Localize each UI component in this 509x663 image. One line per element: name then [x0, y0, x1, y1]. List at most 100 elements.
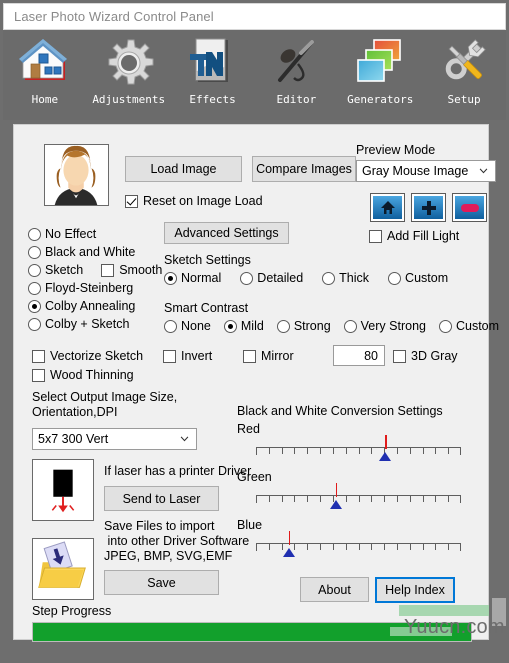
radio-label: Very Strong	[360, 319, 426, 333]
sketch-settings-radio-group: Normal Detailed Thick Custom	[164, 271, 448, 285]
slider-tick	[346, 544, 347, 550]
contrast-option-strong[interactable]: Strong	[276, 319, 331, 333]
contrast-option-none[interactable]: None	[164, 319, 211, 333]
preview-icon-button-group	[371, 194, 486, 221]
checkbox-indicator	[101, 263, 115, 277]
output-size-select[interactable]: 5x7 300 Vert	[32, 428, 197, 450]
effect-option-sketch[interactable]: Sketch	[28, 263, 83, 277]
blue-slider[interactable]	[256, 531, 461, 558]
3d-gray-checkbox[interactable]: 3D Gray	[393, 349, 458, 363]
green-slider[interactable]	[256, 483, 461, 510]
toolbar-label: Home	[31, 93, 59, 106]
slider-tick	[397, 544, 398, 550]
radio-indicator	[28, 317, 41, 331]
red-slider[interactable]	[256, 435, 461, 462]
toolbar-item-home[interactable]: Home	[3, 30, 87, 120]
zoom-in-button[interactable]	[412, 194, 445, 221]
checkbox-label: Add Fill Light	[387, 229, 460, 243]
home-icon	[380, 201, 395, 214]
slider-thumb[interactable]	[329, 500, 342, 509]
radio-indicator	[28, 245, 41, 259]
effect-option-black-and-white[interactable]: Black and White	[28, 243, 162, 261]
sketch-option-normal[interactable]: Normal	[164, 271, 221, 285]
output-size-value: 5x7 300 Vert	[38, 432, 109, 446]
contrast-option-very-strong[interactable]: Very Strong	[343, 319, 426, 333]
slider-tick	[359, 496, 360, 502]
effect-option-colby-annealing[interactable]: Colby Annealing	[28, 297, 162, 315]
effect-option-floyd-steinberg[interactable]: Floyd-Steinberg	[28, 279, 162, 297]
add-fill-light-checkbox[interactable]: Add Fill Light	[369, 229, 459, 243]
advanced-settings-button[interactable]: Advanced Settings	[164, 222, 289, 244]
portrait-avatar-icon	[45, 145, 108, 205]
wood-thinning-checkbox[interactable]: Wood Thinning	[32, 368, 134, 382]
effect-option-colby-plus-sketch[interactable]: Colby + Sketch	[28, 315, 162, 333]
vectorize-sketch-checkbox[interactable]: Vectorize Sketch	[32, 349, 143, 363]
sketch-option-detailed[interactable]: Detailed	[240, 271, 303, 285]
about-button[interactable]: About	[300, 577, 369, 602]
slider-tick	[269, 544, 270, 550]
slider-tick	[448, 448, 449, 454]
toolbar-item-generators[interactable]: Generators	[338, 30, 422, 120]
slider-tick	[269, 496, 270, 502]
slider-tick	[423, 496, 424, 502]
toolbar-item-setup[interactable]: Setup	[422, 30, 506, 120]
sketch-option-thick[interactable]: Thick	[322, 271, 369, 285]
radio-indicator	[28, 281, 41, 295]
slider-tick	[435, 448, 436, 454]
tools-icon	[445, 39, 486, 80]
compare-images-button[interactable]: Compare Images	[252, 156, 356, 182]
contrast-option-custom[interactable]: Custom	[438, 319, 500, 333]
zoom-out-button[interactable]	[453, 194, 486, 221]
slider-tick	[282, 448, 283, 454]
radio-label: Custom	[405, 271, 449, 285]
smooth-checkbox[interactable]: Smooth	[101, 263, 162, 277]
slider-tick	[294, 448, 295, 454]
app-window: Laser Photo Wizard Control Panel Home Ad…	[0, 0, 509, 663]
radio-label: Custom	[455, 319, 500, 333]
slider-thumb[interactable]	[282, 548, 295, 557]
toolbar-item-editor[interactable]: Editor	[254, 30, 338, 120]
preview-mode-select[interactable]: Gray Mouse Image	[356, 160, 496, 182]
title-bar: Laser Photo Wizard Control Panel	[3, 3, 506, 30]
help-index-button[interactable]: Help Index	[375, 577, 455, 603]
slider-tick	[410, 448, 411, 454]
radio-indicator	[322, 271, 336, 285]
send-to-laser-button[interactable]: Send to Laser	[104, 486, 219, 511]
slider-tick	[384, 496, 385, 502]
checkbox-indicator	[369, 229, 382, 243]
printer-driver-note: If laser has a printer Driver	[104, 464, 252, 478]
radio-indicator	[240, 271, 254, 285]
slider-needle	[385, 435, 387, 449]
toolbar-item-adjustments[interactable]: Adjustments	[87, 30, 171, 120]
effect-option-no-effect[interactable]: No Effect	[28, 225, 162, 243]
save-button[interactable]: Save	[104, 570, 219, 595]
sketch-settings-label: Sketch Settings	[164, 253, 251, 267]
mirror-checkbox[interactable]: Mirror	[243, 349, 294, 363]
laser-thumbnail[interactable]	[32, 459, 94, 521]
image-thumbnail[interactable]	[44, 144, 109, 206]
slider-needle	[335, 483, 338, 497]
slider-tick	[448, 496, 449, 502]
slider-tick	[320, 544, 321, 550]
checkbox-indicator	[32, 368, 45, 382]
sketch-option-custom[interactable]: Custom	[388, 271, 448, 285]
scrollbar-thumb[interactable]	[492, 598, 506, 626]
save-thumbnail[interactable]	[32, 538, 94, 600]
invert-checkbox[interactable]: Invert	[163, 349, 212, 363]
radio-label: Black and White	[45, 245, 136, 259]
home-preview-button[interactable]	[371, 194, 404, 221]
slider-tick	[294, 496, 295, 502]
radio-label: Sketch	[45, 263, 84, 277]
reset-on-image-load-checkbox[interactable]: Reset on Image Load	[125, 194, 263, 208]
checkbox-indicator	[32, 349, 45, 363]
house-icon	[18, 39, 67, 80]
threshold-input[interactable]: 80	[333, 345, 385, 366]
contrast-option-mild[interactable]: Mild	[223, 319, 264, 333]
load-image-button[interactable]: Load Image	[125, 156, 242, 182]
toolbar-item-effects[interactable]: Effects	[171, 30, 255, 120]
slider-thumb[interactable]	[379, 452, 392, 461]
slider-tick	[371, 544, 372, 550]
radio-indicator	[164, 319, 177, 333]
vertical-scrollbar[interactable]	[492, 120, 506, 640]
radio-indicator	[438, 319, 452, 333]
